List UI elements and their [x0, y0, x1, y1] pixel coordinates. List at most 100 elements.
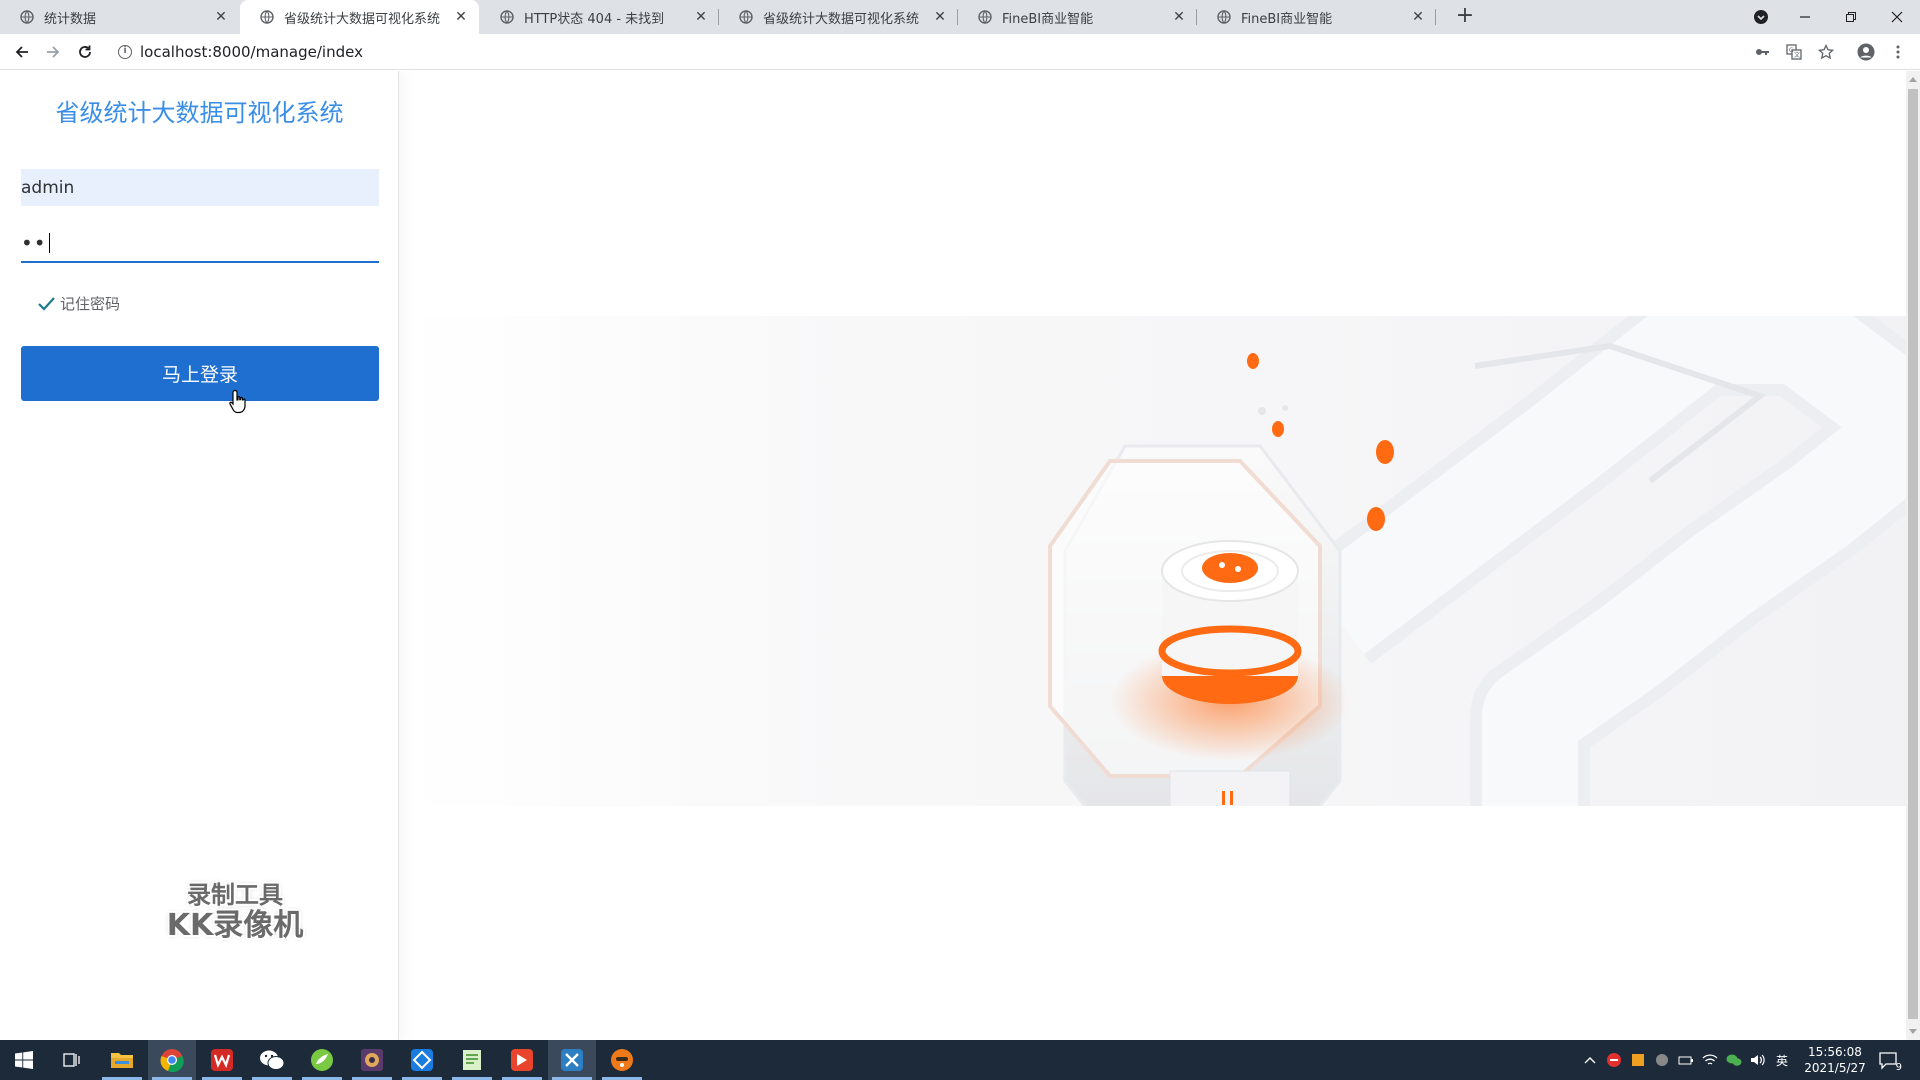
- watermark-line2: KK录像机: [166, 908, 304, 943]
- tab-5[interactable]: FineBI商业智能 ✕: [1197, 0, 1436, 34]
- menu-button[interactable]: [1888, 42, 1908, 62]
- page-scrollbar[interactable]: [1906, 71, 1920, 1040]
- password-key-button[interactable]: [1752, 42, 1772, 62]
- scroll-thumb[interactable]: [1908, 89, 1918, 1019]
- reload-button[interactable]: [72, 40, 98, 64]
- close-tab-icon[interactable]: ✕: [1171, 9, 1187, 25]
- tool-app[interactable]: [548, 1040, 596, 1080]
- username-value: admin: [21, 177, 75, 198]
- notification-center-button[interactable]: 9: [1876, 1049, 1902, 1073]
- close-tab-icon[interactable]: ✕: [932, 9, 948, 25]
- tab-title: FineBI商业智能: [1002, 11, 1094, 27]
- notepad-app[interactable]: [448, 1040, 496, 1080]
- tab-2[interactable]: HTTP状态 404 - 未找到 ✕: [480, 0, 719, 34]
- page-viewport: 省级统计大数据可视化系统 admin •• 记住密码 马上登录 录制工具 KK录…: [0, 71, 1906, 1040]
- close-tab-icon[interactable]: ✕: [1410, 9, 1426, 25]
- orange-tray-icon[interactable]: [1628, 1050, 1648, 1070]
- tab-search-icon: [1754, 10, 1768, 24]
- text-caret: [48, 232, 50, 253]
- chrome-app[interactable]: [148, 1040, 196, 1080]
- avatar-icon: [1857, 43, 1875, 61]
- globe-icon: [739, 10, 753, 24]
- orange-app-icon: [611, 1049, 633, 1071]
- new-tab-button[interactable]: +: [1452, 5, 1478, 29]
- game-icon: [361, 1049, 383, 1071]
- star-icon: [1818, 44, 1834, 60]
- remember-password-label: 记住密码: [60, 295, 121, 313]
- scroll-down-icon[interactable]: [1909, 1029, 1917, 1034]
- translate-button[interactable]: G文: [1784, 42, 1804, 62]
- hero-illustration: [400, 276, 1906, 858]
- input-language-indicator[interactable]: 英: [1772, 1050, 1792, 1070]
- close-tab-icon[interactable]: ✕: [453, 9, 469, 25]
- close-tab-icon[interactable]: ✕: [693, 9, 709, 25]
- gray-tray-icon[interactable]: [1652, 1050, 1672, 1070]
- close-tab-icon[interactable]: ✕: [213, 9, 229, 25]
- reload-icon: [79, 45, 91, 58]
- restore-button[interactable]: [1828, 0, 1874, 34]
- login-panel: 省级统计大数据可视化系统 admin •• 记住密码 马上登录 录制工具 KK录…: [0, 71, 399, 1040]
- remember-password-checkbox[interactable]: 记住密码: [36, 293, 120, 314]
- game-app[interactable]: [348, 1040, 396, 1080]
- task-view-button[interactable]: [48, 1040, 96, 1080]
- system-title: 省级统计大数据可视化系统: [55, 99, 344, 127]
- back-button[interactable]: [9, 40, 35, 64]
- minimize-icon: [1800, 16, 1810, 18]
- close-window-button[interactable]: [1874, 0, 1920, 34]
- browser-toolbar: i localhost:8000/manage/index G文: [0, 34, 1920, 70]
- minimize-button[interactable]: [1782, 0, 1828, 34]
- address-bar[interactable]: i localhost:8000/manage/index: [108, 38, 1786, 66]
- key-icon: [1756, 49, 1769, 55]
- wps-icon: [211, 1049, 233, 1071]
- forward-button[interactable]: [40, 40, 66, 64]
- username-field[interactable]: admin: [21, 169, 379, 206]
- green-app[interactable]: [298, 1040, 346, 1080]
- password-value: ••: [21, 230, 47, 255]
- blue-app[interactable]: [398, 1040, 446, 1080]
- battery-tray-icon[interactable]: [1676, 1050, 1696, 1070]
- login-button[interactable]: 马上登录: [21, 346, 379, 401]
- diamond-icon: [411, 1049, 433, 1071]
- tools-icon: [561, 1049, 583, 1071]
- clock-time: 15:56:08: [1808, 1045, 1862, 1059]
- wechat-tray-icon[interactable]: [1724, 1050, 1744, 1070]
- login-button-label: 马上登录: [161, 364, 238, 386]
- antivirus-tray-icon[interactable]: [1604, 1050, 1624, 1070]
- tab-1[interactable]: 省级统计大数据可视化系统 ✕: [240, 0, 479, 34]
- factory-illustration: [1048, 276, 1906, 858]
- start-button[interactable]: [0, 1040, 48, 1080]
- scroll-up-icon[interactable]: [1909, 77, 1917, 82]
- file-explorer-app[interactable]: [98, 1040, 146, 1080]
- close-icon: [1891, 11, 1903, 23]
- bookmark-button[interactable]: [1816, 42, 1836, 62]
- orange-app[interactable]: [598, 1040, 646, 1080]
- translate-icon: G文: [1786, 44, 1802, 60]
- globe-icon: [260, 10, 274, 24]
- password-field[interactable]: ••: [21, 224, 379, 263]
- red-app[interactable]: [498, 1040, 546, 1080]
- wifi-tray-icon[interactable]: [1700, 1050, 1720, 1070]
- leaf-icon: [311, 1049, 333, 1071]
- info-icon[interactable]: i: [118, 45, 132, 59]
- volume-tray-icon[interactable]: [1748, 1050, 1768, 1070]
- globe-icon: [500, 10, 514, 24]
- tab-0[interactable]: 统计数据 ✕: [0, 0, 239, 34]
- wechat-app[interactable]: [248, 1040, 296, 1080]
- tab-search-button[interactable]: [1738, 0, 1784, 34]
- chrome-icon: [160, 1049, 184, 1072]
- globe-icon: [978, 10, 992, 24]
- profile-button[interactable]: [1856, 42, 1876, 62]
- tab-title: 省级统计大数据可视化系统: [763, 11, 920, 27]
- wps-app[interactable]: [198, 1040, 246, 1080]
- notification-count: 9: [1895, 1062, 1902, 1073]
- arrow-left-icon: [15, 46, 28, 58]
- checkmark-icon: [38, 296, 55, 311]
- tab-4[interactable]: FineBI商业智能 ✕: [958, 0, 1197, 34]
- windows-logo-icon: [15, 1051, 33, 1069]
- tab-separator: [1435, 9, 1436, 25]
- tab-3[interactable]: 省级统计大数据可视化系统 ✕: [719, 0, 958, 34]
- tab-title: 省级统计大数据可视化系统: [284, 11, 441, 27]
- tray-chevron-icon[interactable]: [1580, 1050, 1600, 1070]
- system-clock[interactable]: 15:56:08 2021/5/27: [1790, 1044, 1880, 1076]
- task-view-icon: [63, 1053, 80, 1067]
